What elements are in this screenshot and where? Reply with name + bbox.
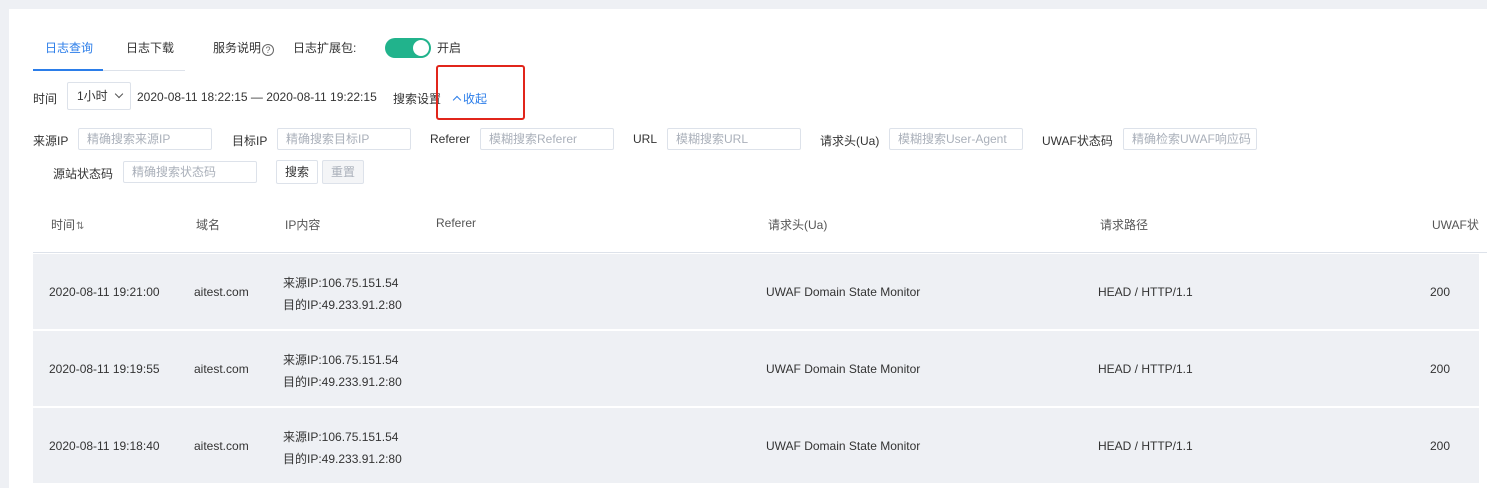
chevron-down-icon <box>114 89 124 99</box>
col-uwaf-status: UWAF状 <box>1432 218 1479 232</box>
time-range-text: 2020-08-11 18:22:15 — 2020-08-11 19:22:1… <box>137 90 377 104</box>
sort-icon: ⇅ <box>76 221 85 232</box>
help-icon: ? <box>262 44 275 56</box>
tab-active-indicator <box>33 69 103 71</box>
col-ip: IP内容 <box>285 218 321 232</box>
log-query-panel: 日志查询 日志下载 服务说明? 日志扩展包: 开启 时间 1小时 2020-08… <box>9 9 1487 488</box>
cell-dest-ip: 目的IP:49.233.91.2:80 <box>283 452 402 466</box>
cell-uwaf-status: 200 <box>1430 285 1451 299</box>
uwaf-status-label: UWAF状态码 <box>1042 134 1113 148</box>
cell-source-ip: 来源IP:106.75.151.54 <box>283 353 399 367</box>
col-domain: 域名 <box>196 218 221 232</box>
table-row[interactable]: 2020-08-11 19:19:55 aitest.com 来源IP:106.… <box>33 331 1479 407</box>
service-description-link[interactable]: 服务说明? <box>213 41 275 71</box>
url-input[interactable] <box>667 128 801 150</box>
origin-status-label: 源站状态码 <box>53 167 114 181</box>
col-time-label: 时间 <box>51 218 76 232</box>
cell-time: 2020-08-11 19:18:40 <box>49 439 160 453</box>
time-row: 时间 1小时 2020-08-11 18:22:15 — 2020-08-11 … <box>33 81 1433 113</box>
time-label: 时间 <box>33 92 58 106</box>
cell-user-agent: UWAF Domain State Monitor <box>766 362 921 376</box>
time-range-value: 1小时 <box>77 89 108 103</box>
user-agent-label: 请求头(Ua) <box>820 134 880 148</box>
source-ip-input[interactable] <box>78 128 212 150</box>
cell-path: HEAD / HTTP/1.1 <box>1098 285 1193 299</box>
cell-time: 2020-08-11 19:19:55 <box>49 362 160 376</box>
cell-source-ip: 来源IP:106.75.151.54 <box>283 430 399 444</box>
url-label: URL <box>633 132 658 146</box>
origin-status-input[interactable] <box>123 161 257 183</box>
uwaf-status-input[interactable] <box>1123 128 1257 150</box>
cell-dest-ip: 目的IP:49.233.91.2:80 <box>283 375 402 389</box>
tab-log-download[interactable]: 日志下载 <box>126 41 174 71</box>
cell-time: 2020-08-11 19:21:00 <box>49 285 160 299</box>
cell-path: HEAD / HTTP/1.1 <box>1098 362 1193 376</box>
highlight-annotation <box>436 65 525 120</box>
service-description-label: 服务说明 <box>213 41 262 55</box>
cell-dest-ip: 目的IP:49.233.91.2:80 <box>283 298 402 312</box>
col-referer: Referer <box>436 216 477 230</box>
cell-domain: aitest.com <box>194 285 249 299</box>
col-user-agent: 请求头(Ua) <box>768 218 828 232</box>
cell-domain: aitest.com <box>194 439 249 453</box>
search-settings-label: 搜索设置 <box>393 92 442 106</box>
user-agent-input[interactable] <box>889 128 1023 150</box>
tabs-row: 日志查询 日志下载 服务说明? 日志扩展包: 开启 <box>33 33 1487 73</box>
toggle-knob <box>413 40 429 56</box>
time-range-select[interactable]: 1小时 <box>67 82 131 110</box>
cell-uwaf-status: 200 <box>1430 362 1451 376</box>
table-row[interactable]: 2020-08-11 19:21:00 aitest.com 来源IP:106.… <box>33 254 1479 330</box>
ext-pack-label: 日志扩展包: <box>293 41 357 55</box>
cell-source-ip: 来源IP:106.75.151.54 <box>283 276 399 290</box>
col-time[interactable]: 时间⇅ <box>51 216 85 233</box>
search-button[interactable]: 搜索 <box>276 160 318 184</box>
cell-path: HEAD / HTTP/1.1 <box>1098 439 1193 453</box>
tab-log-query[interactable]: 日志查询 <box>45 41 93 71</box>
reset-button[interactable]: 重置 <box>322 160 364 184</box>
target-ip-label: 目标IP <box>232 134 268 148</box>
cell-domain: aitest.com <box>194 362 249 376</box>
cell-uwaf-status: 200 <box>1430 439 1451 453</box>
target-ip-input[interactable] <box>277 128 411 150</box>
ext-pack-toggle[interactable] <box>385 38 431 58</box>
referer-label: Referer <box>430 132 471 146</box>
table-header: 时间⇅ 域名 IP内容 Referer 请求头(Ua) 请求路径 UWAF状 <box>33 199 1487 253</box>
table-row[interactable]: 2020-08-11 19:18:40 aitest.com 来源IP:106.… <box>33 408 1479 484</box>
source-ip-label: 来源IP <box>33 134 69 148</box>
cell-user-agent: UWAF Domain State Monitor <box>766 285 921 299</box>
referer-input[interactable] <box>480 128 614 150</box>
cell-user-agent: UWAF Domain State Monitor <box>766 439 921 453</box>
col-path: 请求路径 <box>1100 218 1149 232</box>
